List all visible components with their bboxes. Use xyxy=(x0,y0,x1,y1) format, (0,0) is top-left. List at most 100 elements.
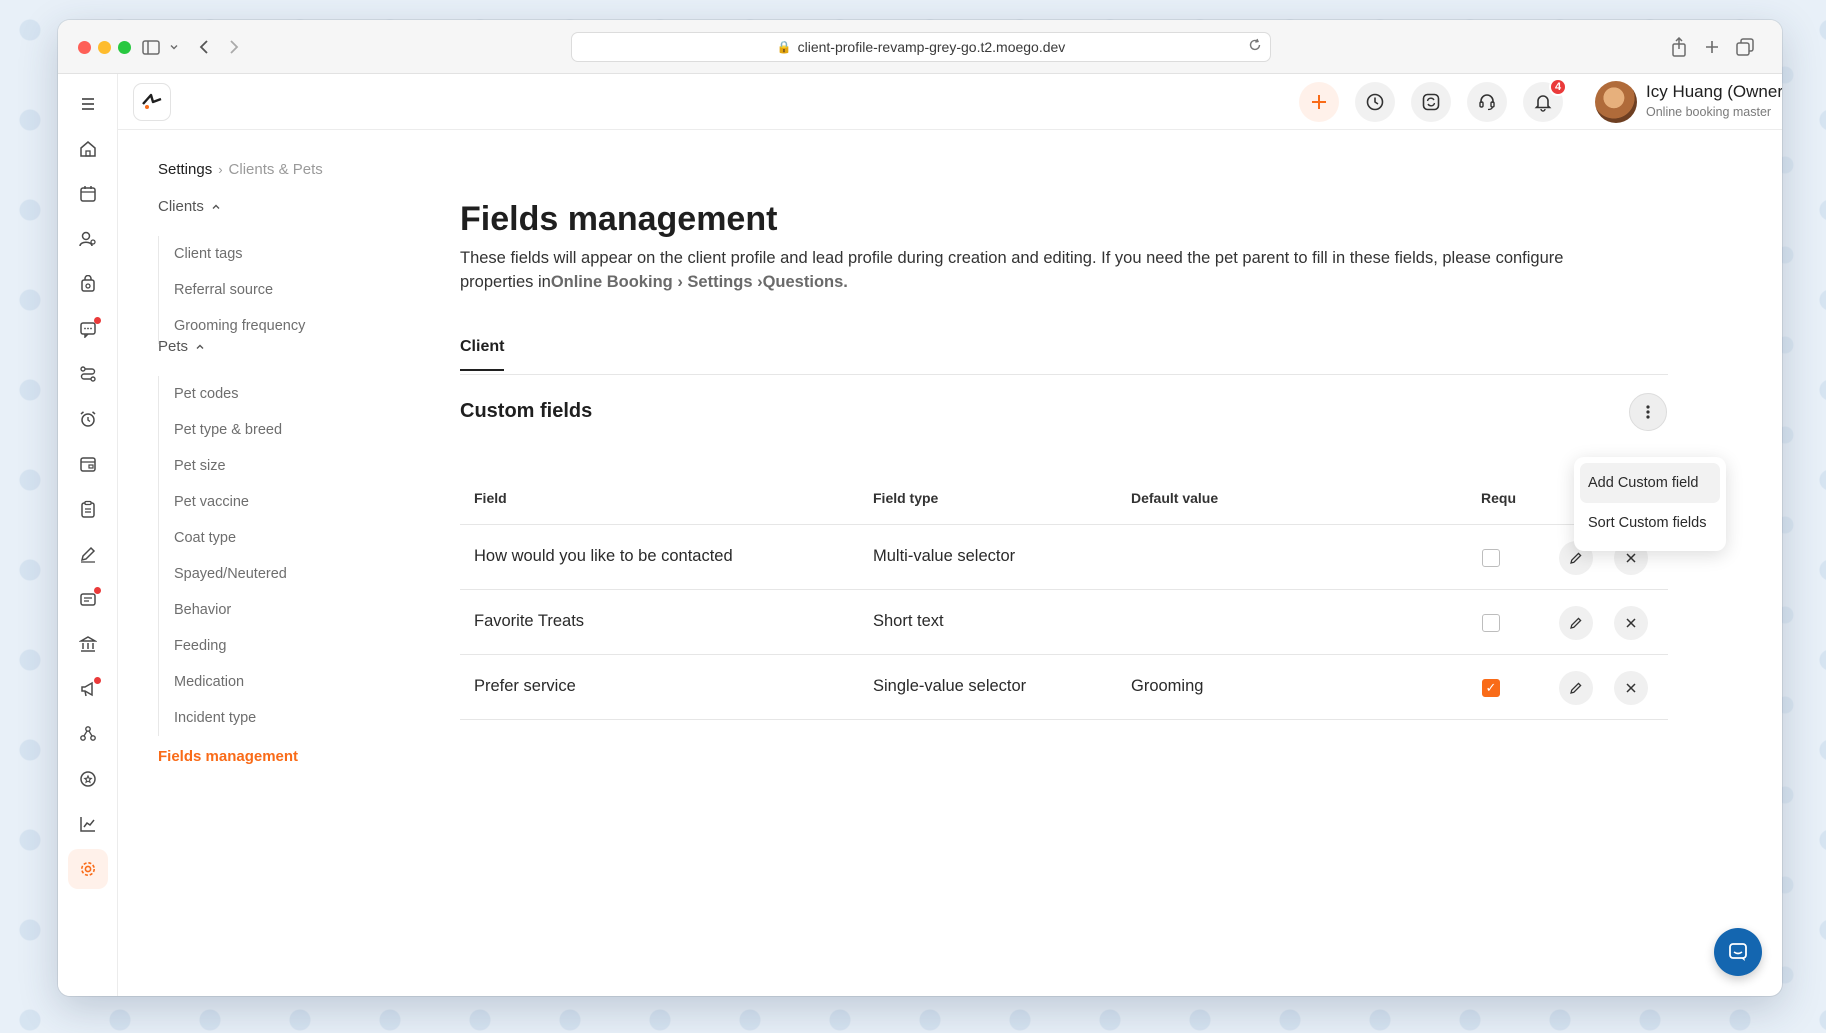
nav-item-spayed-neutered[interactable]: Spayed/Neutered xyxy=(159,556,287,592)
home-icon[interactable] xyxy=(68,129,108,169)
sync-button[interactable] xyxy=(1411,82,1451,122)
table-row: Prefer service Single-value selector Gro… xyxy=(460,655,1668,720)
nav-item-medication[interactable]: Medication xyxy=(159,664,287,700)
retail-bag-icon[interactable] xyxy=(68,264,108,304)
user-role: Online booking master xyxy=(1646,105,1772,119)
link-questions[interactable]: Questions. xyxy=(763,273,848,291)
new-tab-icon[interactable] xyxy=(1699,34,1725,60)
lock-icon: 🔒 xyxy=(776,40,792,54)
notification-count-badge: 4 xyxy=(1549,78,1567,96)
pets-nav-list: Pet codes Pet type & breed Pet size Pet … xyxy=(158,376,287,736)
tab-client[interactable]: Client xyxy=(460,338,505,371)
close-window-button[interactable] xyxy=(78,41,91,54)
reviews-icon[interactable] xyxy=(68,759,108,799)
custom-fields-table: Field Field type Default value Requ How … xyxy=(460,470,1668,720)
field-name: Prefer service xyxy=(474,677,576,695)
tab-overview-icon[interactable] xyxy=(1732,34,1758,60)
column-header-field-type: Field type xyxy=(873,490,939,506)
main-nav-rail xyxy=(58,74,118,996)
back-arrow-icon[interactable] xyxy=(191,34,217,60)
column-header-required: Requ xyxy=(1481,490,1516,506)
browser-window: 🔒 client-profile-revamp-grey-go.t2.moego… xyxy=(58,20,1782,996)
required-checkbox[interactable]: ✓ xyxy=(1482,679,1500,697)
nav-item-incident-type[interactable]: Incident type xyxy=(159,700,287,736)
field-default-value: Grooming xyxy=(1131,677,1204,695)
nav-item-pet-type-breed[interactable]: Pet type & breed xyxy=(159,412,287,448)
field-type: Multi-value selector xyxy=(873,547,1016,565)
field-name: Favorite Treats xyxy=(474,612,585,630)
calendar-icon[interactable] xyxy=(68,174,108,214)
clock-button[interactable] xyxy=(1355,82,1395,122)
field-name: How would you like to be contacted xyxy=(474,547,733,565)
nav-item-pet-size[interactable]: Pet size xyxy=(159,448,287,484)
breadcrumb-settings[interactable]: Settings xyxy=(158,161,212,178)
required-checkbox[interactable] xyxy=(1482,614,1500,632)
user-name[interactable]: Icy Huang (Owner) xyxy=(1646,82,1782,102)
table-header: Field Field type Default value Requ xyxy=(460,470,1668,525)
nav-group-clients-label: Clients xyxy=(158,198,204,215)
alarm-clock-icon[interactable] xyxy=(68,399,108,439)
bank-icon[interactable] xyxy=(68,624,108,664)
clipboard-icon[interactable] xyxy=(68,489,108,529)
address-bar[interactable]: 🔒 client-profile-revamp-grey-go.t2.moego… xyxy=(571,32,1271,62)
create-plus-button[interactable] xyxy=(1299,82,1339,122)
forward-arrow-icon[interactable] xyxy=(221,34,247,60)
custom-fields-menu: Add Custom field Sort Custom fields xyxy=(1574,457,1726,551)
clients-nav-list: Client tags Referral source Grooming fre… xyxy=(158,236,305,344)
edit-pencil-icon[interactable] xyxy=(1559,606,1593,640)
link-online-booking[interactable]: Online Booking xyxy=(551,273,673,291)
nav-group-pets[interactable]: Pets xyxy=(158,338,206,355)
share-icon[interactable] xyxy=(1666,34,1692,60)
nav-item-pet-codes[interactable]: Pet codes xyxy=(159,376,287,412)
app-header: 4 Icy Huang (Owner) Online booking maste… xyxy=(118,74,1782,130)
route-icon[interactable] xyxy=(68,354,108,394)
megaphone-icon[interactable] xyxy=(68,669,108,709)
breadcrumb-clients-pets: Clients & Pets xyxy=(228,161,323,178)
breadcrumb: Settings › Clients & Pets xyxy=(158,161,323,178)
chat-support-button[interactable] xyxy=(1714,928,1762,976)
menu-item-add-custom-field[interactable]: Add Custom field xyxy=(1580,463,1720,503)
megaphone-alert-dot xyxy=(94,677,101,684)
settings-gear-icon[interactable] xyxy=(68,849,108,889)
menu-icon[interactable] xyxy=(68,84,108,124)
delete-close-icon[interactable] xyxy=(1614,671,1648,705)
field-type: Single-value selector xyxy=(873,677,1027,695)
reload-icon[interactable] xyxy=(1248,38,1262,55)
chevron-down-icon[interactable] xyxy=(161,34,187,60)
nav-item-feeding[interactable]: Feeding xyxy=(159,628,287,664)
field-type: Short text xyxy=(873,612,944,630)
nav-item-client-tags[interactable]: Client tags xyxy=(159,236,305,272)
nav-item-coat-type[interactable]: Coat type xyxy=(159,520,287,556)
wallet-icon[interactable] xyxy=(68,444,108,484)
more-options-button[interactable] xyxy=(1629,393,1667,431)
nav-item-fields-management[interactable]: Fields management xyxy=(158,748,298,765)
moego-logo[interactable] xyxy=(133,83,171,121)
menu-item-sort-custom-fields[interactable]: Sort Custom fields xyxy=(1580,503,1720,543)
maximize-window-button[interactable] xyxy=(118,41,131,54)
column-header-default-value: Default value xyxy=(1131,490,1219,506)
minimize-window-button[interactable] xyxy=(98,41,111,54)
user-avatar[interactable] xyxy=(1595,81,1637,123)
path-separator-icon: › xyxy=(672,273,688,291)
kebab-icon xyxy=(1646,405,1650,419)
pen-icon[interactable] xyxy=(68,534,108,574)
reports-chart-icon[interactable] xyxy=(68,804,108,844)
delete-close-icon[interactable] xyxy=(1614,606,1648,640)
nav-item-behavior[interactable]: Behavior xyxy=(159,592,287,628)
notifications-bell-button[interactable]: 4 xyxy=(1523,78,1567,122)
messages-icon[interactable] xyxy=(68,309,108,349)
path-separator-icon: › xyxy=(752,273,763,291)
link-settings[interactable]: Settings xyxy=(687,273,752,291)
marketing-alert-dot xyxy=(94,587,101,594)
nav-group-clients[interactable]: Clients xyxy=(158,198,222,215)
marketing-icon[interactable] xyxy=(68,579,108,619)
nav-item-pet-vaccine[interactable]: Pet vaccine xyxy=(159,484,287,520)
nav-item-referral-source[interactable]: Referral source xyxy=(159,272,305,308)
network-icon[interactable] xyxy=(68,714,108,754)
clients-icon[interactable] xyxy=(68,219,108,259)
support-headset-button[interactable] xyxy=(1467,82,1507,122)
section-title-custom-fields: Custom fields xyxy=(460,400,593,422)
nav-group-pets-label: Pets xyxy=(158,338,189,355)
edit-pencil-icon[interactable] xyxy=(1559,671,1593,705)
required-checkbox[interactable] xyxy=(1482,549,1500,567)
